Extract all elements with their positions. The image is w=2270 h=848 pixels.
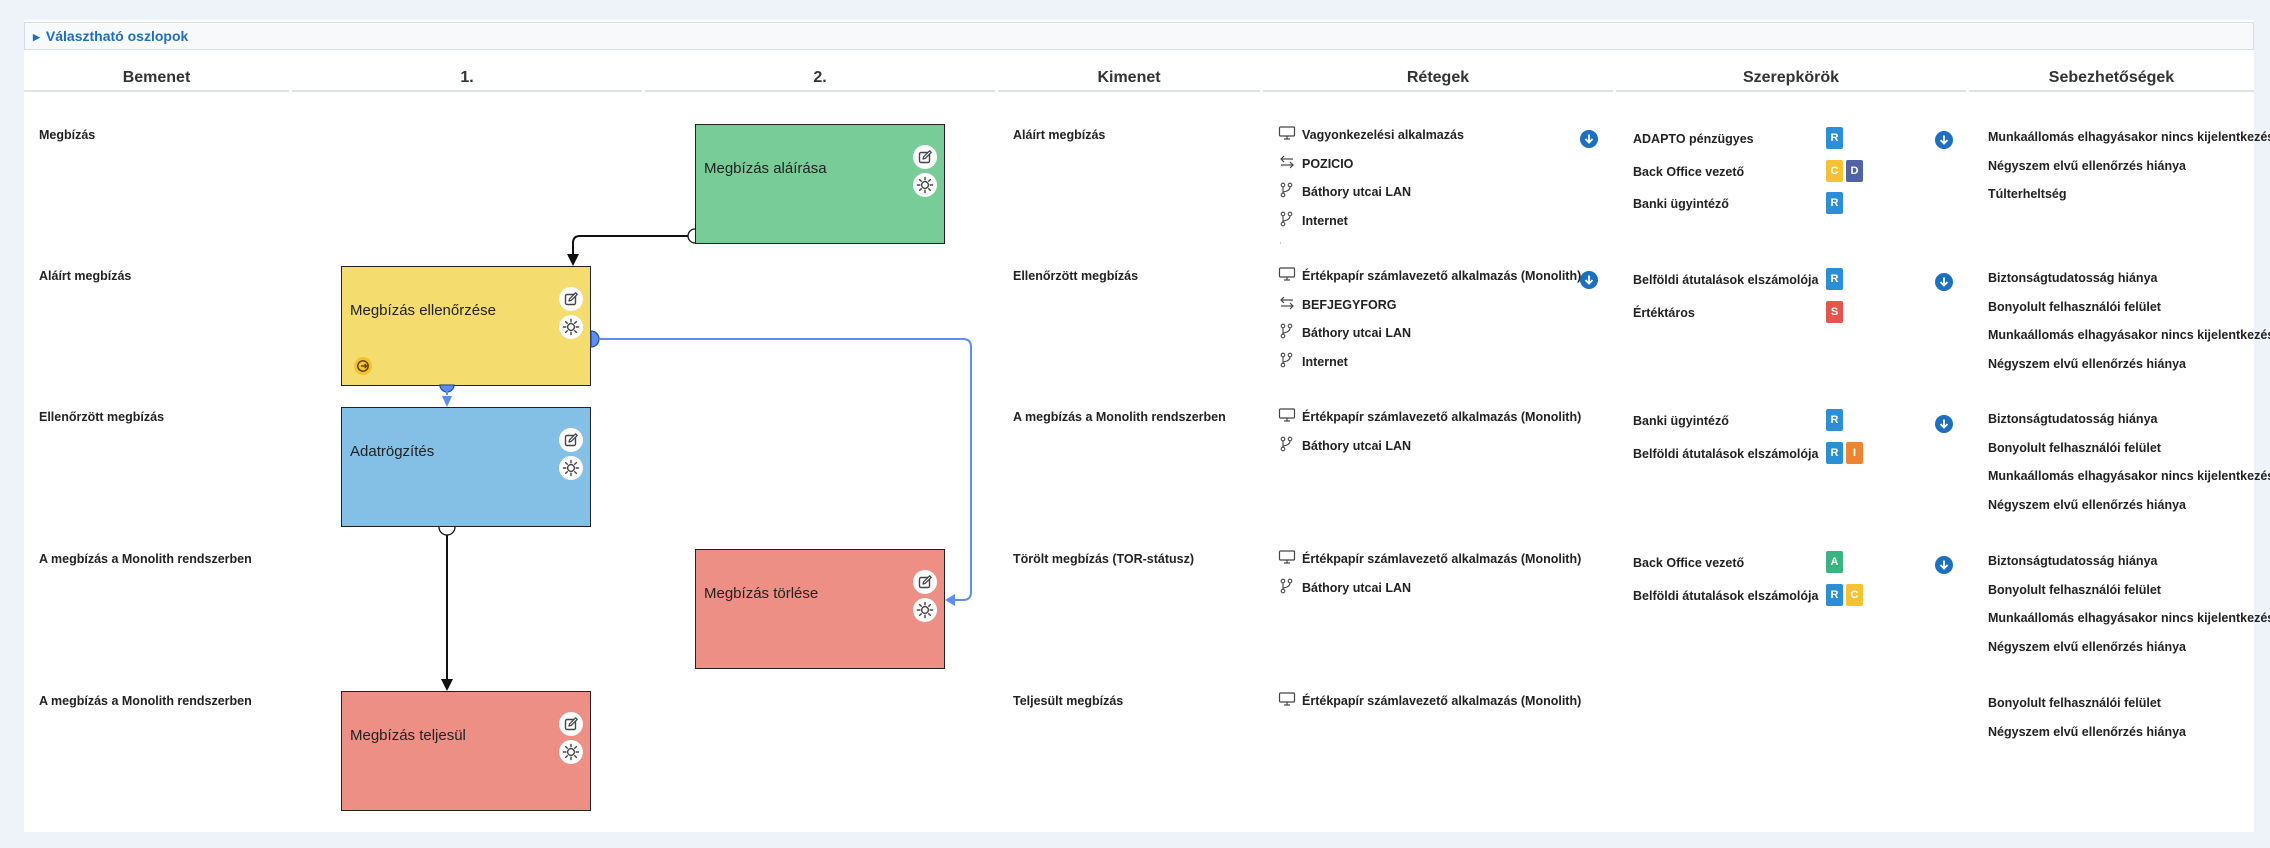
vulnerability-item: Bonyolult felhasználói felület	[1988, 696, 2161, 710]
layer-item: Internet	[1302, 354, 1348, 369]
vulnerability-item: Bonyolult felhasználói felület	[1988, 299, 2161, 314]
monitor-icon	[1278, 125, 1296, 141]
network-branch-icon	[1278, 352, 1296, 368]
arrow-head	[441, 679, 453, 691]
network-branch-icon	[1278, 182, 1296, 198]
layer-item: BEFJEGYFORG	[1302, 297, 1397, 312]
arrows-exchange-icon	[1278, 154, 1296, 170]
more-layers-clip	[1261, 210, 1281, 246]
raci-badge[interactable]: A	[1826, 551, 1843, 573]
role-name: Belföldi átutalások elszámolója	[1633, 446, 1819, 461]
arrow-head	[567, 254, 579, 266]
monitor-icon	[1278, 266, 1296, 282]
layer-item: POZICIO	[1302, 156, 1354, 171]
role-name: Belföldi átutalások elszámolója	[1633, 273, 1819, 287]
raci-badge[interactable]: R	[1826, 192, 1843, 214]
layer-item: Báthory utcai LAN	[1302, 185, 1412, 199]
raci-badge[interactable]: R	[1826, 441, 1843, 464]
layer-item: Értékpapír számlavezető alkalmazás (Mono…	[1302, 269, 1582, 283]
download-icon[interactable]	[1935, 273, 1953, 291]
vulnerability-item: Munkaállomás elhagyásakor nincs kijelent…	[1988, 328, 2270, 342]
raci-badge[interactable]: C	[1846, 583, 1863, 606]
vulnerability-item: Négyszem elvű ellenőrzés hiánya	[1988, 158, 2187, 173]
monitor-icon	[1278, 549, 1296, 565]
role-name: Back Office vezető	[1633, 164, 1745, 179]
vulnerability-item: Biztonságtudatosság hiánya	[1988, 554, 2158, 568]
role-name: Back Office vezető	[1633, 556, 1745, 570]
network-branch-icon	[1278, 436, 1296, 452]
role-name: Banki ügyintéző	[1633, 197, 1729, 211]
raci-badge[interactable]: S	[1826, 300, 1843, 323]
layer-item: Internet	[1302, 213, 1348, 228]
monitor-icon	[1278, 407, 1296, 423]
raci-badge[interactable]: D	[1846, 159, 1863, 182]
role-name: Belföldi átutalások elszámolója	[1633, 588, 1819, 603]
arrow-head	[442, 396, 452, 407]
edge-start-port	[438, 526, 456, 536]
arrow-head	[945, 594, 955, 606]
raci-badge[interactable]: C	[1826, 159, 1843, 182]
download-icon[interactable]	[1580, 271, 1598, 289]
vulnerability-item: Biztonságtudatosság hiánya	[1988, 271, 2158, 285]
network-branch-icon	[1278, 578, 1296, 594]
raci-badge[interactable]: R	[1826, 127, 1843, 149]
download-icon[interactable]	[1935, 131, 1953, 149]
flow-edge	[599, 338, 972, 601]
role-name: Értéktáros	[1633, 305, 1695, 320]
arrows-exchange-icon	[1278, 295, 1296, 311]
network-branch-icon	[1278, 240, 1281, 246]
role-name: ADAPTO pénzügyes	[1633, 132, 1754, 146]
vulnerability-item: Bonyolult felhasználói felület	[1988, 582, 2161, 597]
raci-badge[interactable]: R	[1826, 268, 1843, 290]
vulnerability-item: Biztonságtudatosság hiánya	[1988, 412, 2158, 426]
download-icon[interactable]	[1580, 130, 1598, 148]
edge-start-port	[590, 330, 600, 348]
network-branch-icon	[1278, 323, 1296, 339]
layer-item: Értékpapír számlavezető alkalmazás (Mono…	[1302, 552, 1582, 566]
layer-item: Báthory utcai LAN	[1302, 438, 1412, 453]
layer-item: Báthory utcai LAN	[1302, 580, 1412, 595]
layer-item: Báthory utcai LAN	[1302, 326, 1412, 340]
vulnerability-item: Négyszem elvű ellenőrzés hiánya	[1988, 497, 2187, 512]
vulnerability-item: Munkaállomás elhagyásakor nincs kijelent…	[1988, 130, 2270, 144]
layer-item: Értékpapír számlavezető alkalmazás (Mono…	[1302, 694, 1582, 708]
vulnerability-item: Négyszem elvű ellenőrzés hiánya	[1988, 724, 2187, 739]
download-icon[interactable]	[1935, 556, 1953, 574]
process-flow-edges	[438, 228, 972, 691]
raci-badge[interactable]: R	[1826, 409, 1843, 431]
layer-item: Értékpapír számlavezető alkalmazás (Mono…	[1302, 410, 1582, 424]
edge-start-port	[687, 228, 696, 244]
role-name: Banki ügyintéző	[1633, 414, 1729, 428]
vulnerability-item: Bonyolult felhasználói felület	[1988, 440, 2161, 455]
raci-badge[interactable]: I	[1846, 441, 1863, 464]
vulnerability-item: Munkaállomás elhagyásakor nincs kijelent…	[1988, 611, 2270, 625]
process-map: ▶ Választható oszlopok Bemenet 1. 2. Kime…	[0, 0, 2270, 848]
vulnerability-item: Túlterheltség	[1988, 187, 2067, 201]
vulnerability-item: Négyszem elvű ellenőrzés hiánya	[1988, 356, 2187, 371]
vulnerability-item: Négyszem elvű ellenőrzés hiánya	[1988, 639, 2187, 654]
layer-item: Vagyonkezelési alkalmazás	[1302, 128, 1464, 142]
vulnerability-item: Munkaállomás elhagyásakor nincs kijelent…	[1988, 469, 2270, 483]
download-icon[interactable]	[1935, 415, 1953, 433]
raci-badge[interactable]: R	[1826, 583, 1843, 606]
flow-edge	[572, 235, 695, 255]
monitor-icon	[1278, 691, 1296, 707]
